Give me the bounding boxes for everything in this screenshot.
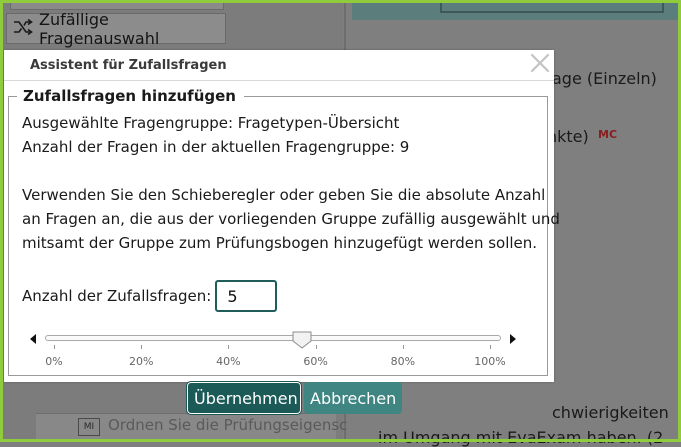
close-icon <box>530 53 550 77</box>
question-type-icon: MI <box>78 418 100 436</box>
slider-tick <box>490 345 491 349</box>
random-count-input[interactable] <box>215 280 278 312</box>
dialog-title: Assistent für Zufallsfragen <box>30 58 227 73</box>
slider-tick <box>141 345 143 349</box>
slider-increment-arrow[interactable] <box>510 334 516 344</box>
dialog-close-button[interactable] <box>527 52 553 78</box>
cancel-button[interactable]: Abbrechen <box>304 382 402 414</box>
slider-tick-label: 0% <box>45 355 63 368</box>
slider-tick <box>315 345 317 349</box>
background-text-ordering: Ordnen Sie die Prüfungseigensc <box>108 416 348 434</box>
section-legend: Zufallsfragen hinzufügen <box>23 87 236 105</box>
slider-track[interactable] <box>45 335 501 341</box>
selected-question-group: Ausgewählte Fragengruppe: Fragetypen-Übe… <box>22 114 400 132</box>
instruction-line-1: Verwenden Sie den Schieberegler oder geb… <box>22 186 546 204</box>
random-selection-button: Zufällige Fragenauswahl <box>6 10 226 48</box>
slider-tick-label: 20% <box>128 355 154 368</box>
slider-decrement-arrow[interactable] <box>30 334 36 344</box>
background-text-difficulty: chwierigkeiten <box>552 403 669 422</box>
slider-tick-label: 100% <box>474 355 506 368</box>
slider-tick <box>54 345 55 349</box>
random-count-label: Anzahl der Zufallsfragen: <box>22 287 212 305</box>
apply-button[interactable]: Übernehmen <box>186 381 302 415</box>
background-text-question-type: age (Einzeln) <box>552 69 657 88</box>
mc-badge: MC <box>598 128 618 141</box>
question-count-info: Anzahl der Fragen in der aktuellen Frage… <box>22 138 410 156</box>
random-questions-dialog: Assistent für Zufallsfragen Zufallsfrage… <box>4 50 560 415</box>
slider-tick-label: 60% <box>303 355 328 368</box>
slider-tick <box>228 345 230 349</box>
slider-tick-label: 80% <box>390 355 416 368</box>
slider-tick <box>402 345 404 349</box>
instruction-line-2: an Fragen an, die aus der vorliegenden G… <box>22 210 560 228</box>
slider-thumb[interactable] <box>292 331 312 349</box>
background-header-button <box>440 3 664 13</box>
random-selection-label: Zufällige Fragenauswahl <box>39 9 160 48</box>
random-count-row: Anzahl der Zufallsfragen: <box>22 280 278 312</box>
dialog-title-separator <box>4 80 554 81</box>
slider-tick-label: 40% <box>216 355 241 368</box>
instruction-line-3: mitsamt der Gruppe zum Prüfungsbogen hin… <box>22 234 538 252</box>
background-text-evaexam: im Umgang mit EvaExam haben. (2 <box>378 428 664 447</box>
shuffle-icon <box>13 18 33 40</box>
